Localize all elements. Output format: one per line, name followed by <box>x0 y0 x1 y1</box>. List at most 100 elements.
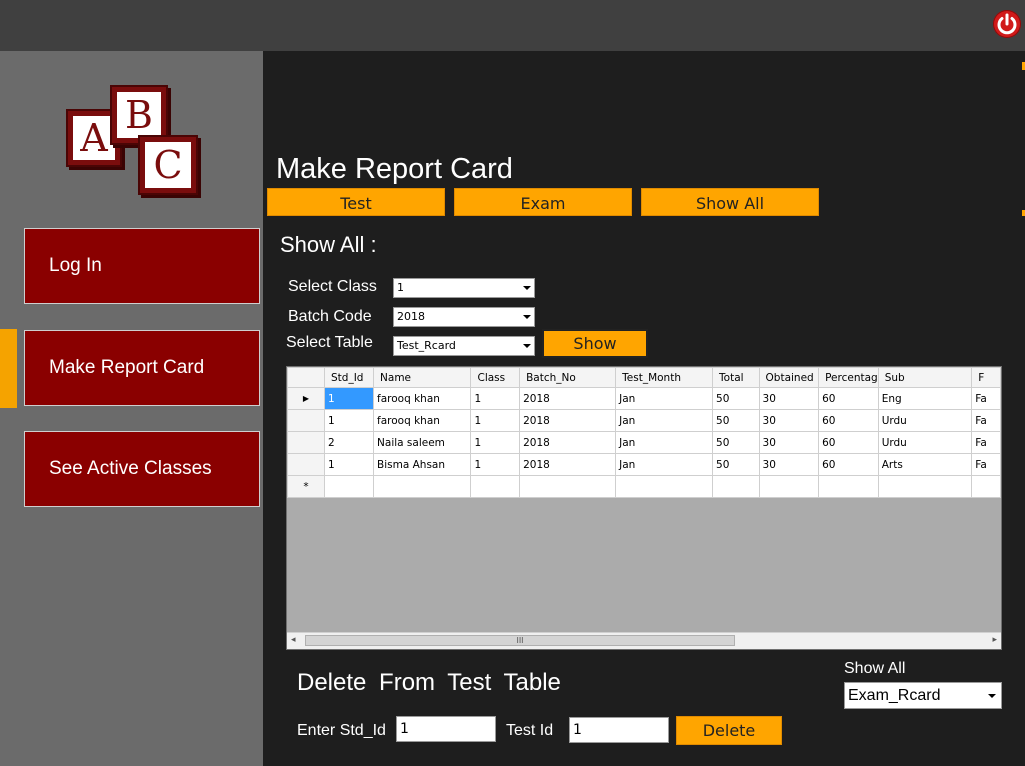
new-row-icon[interactable]: * <box>287 475 325 498</box>
exam-tab-button[interactable]: Exam <box>454 188 632 216</box>
grid-cell[interactable]: Urdu <box>877 431 973 454</box>
column-header[interactable]: Percentag <box>818 367 879 388</box>
data-grid[interactable]: Std_Id Name Class Batch_No Test_Month To… <box>286 366 1002 650</box>
grid-cell[interactable]: 30 <box>758 387 820 410</box>
select-table-dropdown[interactable]: Test_Rcard <box>393 336 535 356</box>
grid-cell[interactable]: Arts <box>877 453 973 476</box>
grid-cell[interactable]: 1 <box>470 453 521 476</box>
dropdown-arrow-icon <box>523 286 531 290</box>
grid-cell[interactable]: 1 <box>470 431 521 454</box>
grid-cell[interactable]: Fa <box>971 387 1001 410</box>
nav-see-active-classes[interactable]: See Active Classes <box>24 431 260 507</box>
grid-cell[interactable]: 50 <box>712 453 760 476</box>
grid-cell[interactable]: 2018 <box>519 431 617 454</box>
column-header[interactable]: Sub <box>877 367 973 388</box>
grid-cell[interactable] <box>971 475 1001 498</box>
scroll-left-icon[interactable]: ◂ <box>291 635 296 645</box>
grid-cell[interactable]: 2 <box>323 431 375 454</box>
grid-cell[interactable]: 1 <box>323 387 375 410</box>
show-all-dropdown[interactable]: Exam_Rcard <box>844 682 1002 709</box>
column-header[interactable]: Batch_No <box>519 367 617 388</box>
grid-cell[interactable]: 60 <box>818 409 879 432</box>
grid-cell[interactable]: 2018 <box>519 409 617 432</box>
column-header[interactable]: Total <box>712 367 760 388</box>
grid-cell[interactable]: 50 <box>712 409 760 432</box>
select-class-label: Select Class <box>288 278 377 295</box>
grid-cell[interactable]: farooq khan <box>373 387 472 410</box>
grid-cell[interactable]: 60 <box>818 431 879 454</box>
test-id-input[interactable]: 1 <box>569 717 669 743</box>
show-all-tab-button[interactable]: Show All <box>641 188 819 216</box>
scroll-right-icon[interactable]: ▸ <box>992 635 997 645</box>
current-row-icon[interactable]: ▶ <box>287 387 325 410</box>
grid-cell[interactable]: 1 <box>470 387 521 410</box>
row-header[interactable] <box>287 431 325 454</box>
grid-cell[interactable]: Jan <box>615 431 714 454</box>
grid-cell[interactable] <box>615 475 714 498</box>
grid-cell[interactable] <box>323 475 375 498</box>
grid-cell[interactable]: 1 <box>470 409 521 432</box>
show-button[interactable]: Show <box>542 329 648 358</box>
horizontal-scrollbar[interactable]: ◂ III ▸ <box>287 632 1001 649</box>
grid-cell[interactable] <box>712 475 760 498</box>
nav-make-report-card[interactable]: Make Report Card <box>24 330 260 406</box>
batch-code-label: Batch Code <box>288 308 372 325</box>
grid-cell[interactable]: Jan <box>615 453 714 476</box>
grid-cell[interactable]: 1 <box>323 409 375 432</box>
grid-cell[interactable]: Fa <box>971 409 1001 432</box>
table-row[interactable]: 1 farooq khan 1 2018 Jan 50 30 60 Urdu F… <box>287 409 1001 432</box>
grid-cell[interactable] <box>818 475 879 498</box>
grid-cell[interactable]: 1 <box>323 453 375 476</box>
grid-cell[interactable]: Jan <box>615 409 714 432</box>
grid-cell[interactable]: Bisma Ahsan <box>373 453 472 476</box>
grid-cell[interactable]: 2018 <box>519 387 617 410</box>
grid-cell[interactable] <box>373 475 472 498</box>
select-class-dropdown[interactable]: 1 <box>393 278 535 298</box>
grid-cell[interactable]: Fa <box>971 431 1001 454</box>
column-header[interactable]: Obtained <box>758 367 820 388</box>
grid-header-row: Std_Id Name Class Batch_No Test_Month To… <box>287 367 1001 388</box>
column-header[interactable]: F <box>971 367 1001 388</box>
scroll-thumb[interactable]: III <box>305 635 735 646</box>
row-header[interactable] <box>287 453 325 476</box>
power-icon[interactable] <box>993 10 1021 38</box>
grid-cell[interactable]: Jan <box>615 387 714 410</box>
row-header[interactable] <box>287 409 325 432</box>
grid-cell[interactable]: Urdu <box>877 409 973 432</box>
grid-cell[interactable] <box>519 475 617 498</box>
grid-cell[interactable]: 2018 <box>519 453 617 476</box>
grid-cell[interactable]: Naila saleem <box>373 431 472 454</box>
test-tab-button[interactable]: Test <box>267 188 445 216</box>
grid-cell[interactable] <box>758 475 820 498</box>
column-header[interactable]: Class <box>470 367 521 388</box>
select-table-value: Test_Rcard <box>397 339 456 352</box>
grid-cell[interactable]: 60 <box>818 453 879 476</box>
grid-cell[interactable]: 50 <box>712 387 760 410</box>
dropdown-arrow-icon <box>523 315 531 319</box>
grid-cell[interactable]: farooq khan <box>373 409 472 432</box>
grid-cell[interactable]: 30 <box>758 409 820 432</box>
table-row[interactable]: ▶ 1 farooq khan 1 2018 Jan 50 30 60 Eng … <box>287 387 1001 410</box>
column-header[interactable]: Name <box>373 367 472 388</box>
grid-cell[interactable]: 30 <box>758 453 820 476</box>
table-row[interactable]: 1 Bisma Ahsan 1 2018 Jan 50 30 60 Arts F… <box>287 453 1001 476</box>
logo-letter-c: C <box>145 142 191 188</box>
grid-cell[interactable]: 50 <box>712 431 760 454</box>
column-header[interactable]: Test_Month <box>615 367 714 388</box>
new-row[interactable]: * <box>287 475 1001 498</box>
column-header[interactable]: Std_Id <box>323 367 375 388</box>
std-id-label: Enter Std_Id <box>297 722 386 739</box>
grid-cell[interactable]: 30 <box>758 431 820 454</box>
grid-cell[interactable] <box>470 475 521 498</box>
grid-cell[interactable] <box>877 475 973 498</box>
nav-log-in[interactable]: Log In <box>24 228 260 304</box>
batch-code-value: 2018 <box>397 310 425 323</box>
delete-button[interactable]: Delete <box>676 716 782 745</box>
grid-cell[interactable]: Eng <box>877 387 973 410</box>
nav-active-indicator <box>0 329 17 408</box>
batch-code-dropdown[interactable]: 2018 <box>393 307 535 327</box>
grid-cell[interactable]: Fa <box>971 453 1001 476</box>
std-id-input[interactable]: 1 <box>396 716 496 742</box>
table-row[interactable]: 2 Naila saleem 1 2018 Jan 50 30 60 Urdu … <box>287 431 1001 454</box>
grid-cell[interactable]: 60 <box>818 387 879 410</box>
